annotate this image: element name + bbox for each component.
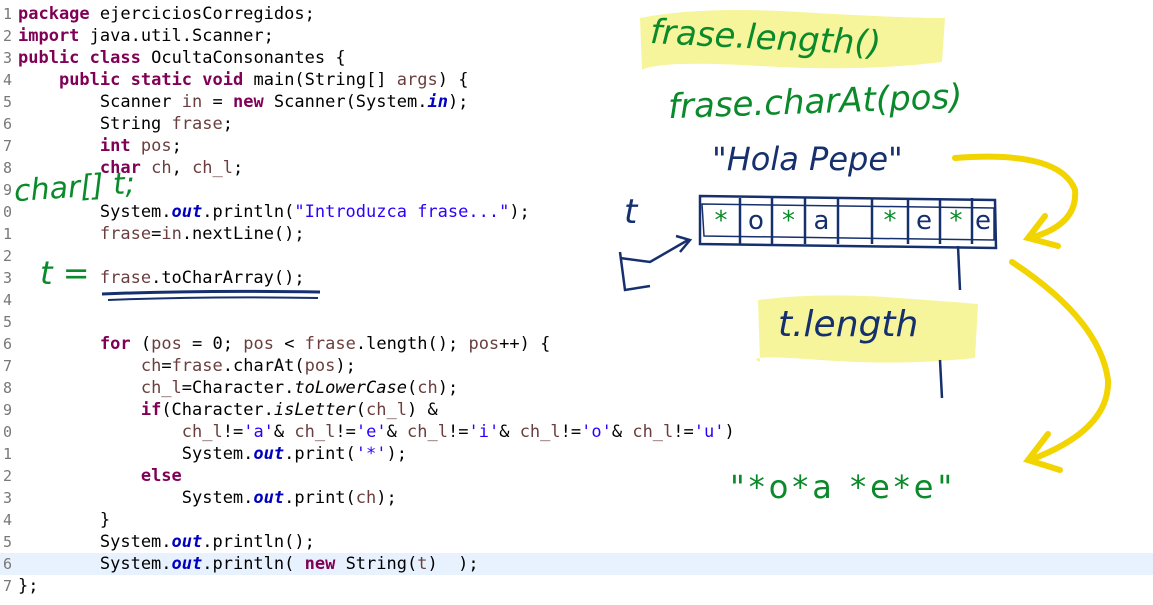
array-cell: e [916,206,932,236]
array-cell: * [883,206,897,236]
underline-tochararray [101,289,321,296]
char-array-cells: * o * a * e * e [702,204,994,238]
array-cell: * [949,206,963,236]
array-cell: o [748,206,764,236]
note-hola-pepe: "Hola Pepe" [712,140,903,178]
array-cell: a [813,206,830,236]
underline-tochararray-2 [107,296,319,301]
note-result: "*o*a *e*e" [730,468,957,506]
array-cell: * [714,206,728,236]
array-cell: * [782,206,795,236]
note-t-length: t.length [778,304,919,345]
handwriting-overlay [101,10,1112,473]
array-cell: e [975,206,991,236]
yellow-arrow-bottom [1009,259,1112,463]
note-t-label: t [624,192,638,232]
note-t-assign: t = [40,254,90,292]
